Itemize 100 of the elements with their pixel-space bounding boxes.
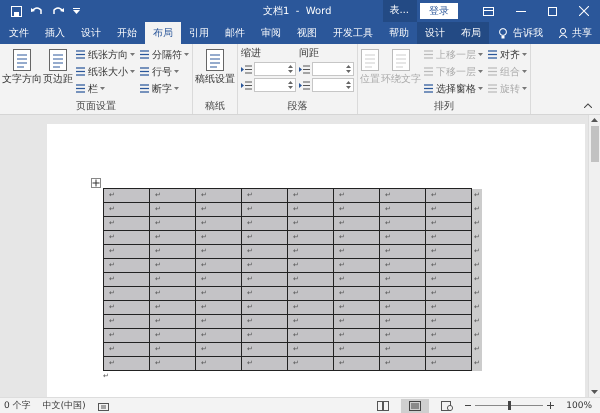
zoom-slider-thumb[interactable] <box>508 401 512 410</box>
group-label: 稿纸 <box>205 101 225 114</box>
caret-icon <box>174 70 179 73</box>
lines-icon <box>487 49 498 60</box>
caret-icon <box>130 70 135 73</box>
vertical-scrollbar[interactable] <box>588 115 600 397</box>
spinner-field[interactable] <box>312 78 354 92</box>
ribbon-tab[interactable]: 审阅 <box>253 22 289 44</box>
caret-icon <box>130 53 135 56</box>
indent-icon <box>241 80 252 90</box>
macro-icon[interactable] <box>98 400 109 410</box>
spin-arrows-icon <box>288 80 293 90</box>
ribbon-button[interactable]: 文字方向 <box>2 46 42 101</box>
print-layout-button[interactable] <box>401 398 430 412</box>
zoom-in-button[interactable] <box>547 402 554 409</box>
undo-icon[interactable] <box>31 6 43 16</box>
customize-icon[interactable] <box>73 8 80 14</box>
maximize-icon[interactable] <box>548 6 557 16</box>
ribbon-tab[interactable]: 引用 <box>181 22 217 44</box>
indent-icon <box>241 64 252 74</box>
group-label: 段落 <box>288 101 308 114</box>
spin-arrows-icon <box>346 80 351 90</box>
spinner-field[interactable] <box>312 62 354 76</box>
ribbon-button[interactable]: 断字 <box>138 80 190 97</box>
lines-icon <box>139 66 150 77</box>
caret-icon <box>184 53 189 56</box>
lines-icon <box>423 49 434 60</box>
ribbon-button[interactable]: 分隔符 <box>138 46 190 63</box>
minimize-icon[interactable] <box>516 10 526 12</box>
word-count[interactable]: 0 个字 <box>4 399 31 412</box>
read-mode-icon[interactable] <box>377 400 390 410</box>
ribbon-button[interactable]: 稿纸设置 <box>195 46 235 101</box>
page-icon <box>205 48 225 72</box>
ribbon-button[interactable]: 栏 <box>74 80 136 97</box>
lines-icon <box>487 83 498 94</box>
login-button[interactable]: 登录 <box>420 3 458 19</box>
web-layout-icon[interactable] <box>441 400 454 410</box>
ribbon-tab[interactable]: 设计 <box>73 22 109 44</box>
lines-icon <box>487 66 498 77</box>
person-icon <box>559 28 569 38</box>
lightbulb-icon <box>499 28 507 38</box>
page-icon <box>391 48 411 72</box>
table-move-handle-icon[interactable] <box>91 178 101 188</box>
page-icon <box>360 48 380 72</box>
ribbon-tab[interactable]: 开发工具 <box>325 22 381 44</box>
ribbon-button[interactable]: 纸张大小 <box>74 63 136 80</box>
page-icon <box>12 48 32 72</box>
ribbon-button[interactable]: 对齐 <box>486 46 528 63</box>
page-layout-icon <box>409 400 422 410</box>
zoom-level[interactable]: 100% <box>566 400 592 410</box>
indent-icon <box>299 80 310 90</box>
minus-icon <box>465 405 472 406</box>
spin-arrows-icon <box>346 64 351 74</box>
caret-icon <box>174 87 179 90</box>
lines-icon <box>423 66 434 77</box>
plus-icon <box>547 402 554 409</box>
ribbon-button[interactable]: 纸张方向 <box>74 46 136 63</box>
caret-icon <box>522 53 527 56</box>
spinner-field[interactable] <box>254 62 296 76</box>
caret-icon <box>522 87 527 90</box>
redo-icon[interactable] <box>52 6 64 16</box>
ribbon-tab[interactable]: 布局 <box>453 22 489 44</box>
caret-icon <box>478 70 483 73</box>
collapse-ribbon-icon[interactable] <box>584 103 592 108</box>
scroll-down-icon[interactable] <box>591 390 598 394</box>
spin-arrows-icon <box>288 64 293 74</box>
spinner-field[interactable] <box>254 78 296 92</box>
scrollbar-thumb[interactable] <box>590 126 598 162</box>
ribbon-tab[interactable]: 插入 <box>37 22 73 44</box>
tell-me-field[interactable]: 告诉我 <box>507 22 549 44</box>
lines-icon <box>75 83 86 94</box>
ribbon-tab[interactable]: 布局 <box>145 22 181 44</box>
group-label: 排列 <box>434 101 454 114</box>
ribbon-tab[interactable]: 设计 <box>417 22 453 44</box>
page-icon <box>48 48 68 72</box>
ribbon-tab[interactable]: 视图 <box>289 22 325 44</box>
share-button[interactable]: 共享 <box>559 22 600 44</box>
spinner-label: 间距 <box>299 47 320 60</box>
save-icon[interactable] <box>11 6 22 16</box>
lines-icon <box>139 49 150 60</box>
indent-icon <box>299 64 310 74</box>
ribbon-button[interactable]: 行号 <box>138 63 190 80</box>
close-icon[interactable] <box>579 6 589 16</box>
context-label: 表... <box>383 0 417 22</box>
ribbon-tab[interactable]: 帮助 <box>381 22 417 44</box>
language-indicator[interactable]: 中文(中国) <box>42 399 86 412</box>
lines-icon <box>423 83 434 94</box>
group-label: 页面设置 <box>76 101 116 114</box>
caret-icon <box>478 87 483 90</box>
ribbon-tab[interactable]: 文件 <box>0 22 37 44</box>
lines-icon <box>75 66 86 77</box>
lines-icon <box>139 83 150 94</box>
spinner-label: 缩进 <box>241 46 262 60</box>
ribbon-tab[interactable]: 开始 <box>109 22 145 44</box>
ribbon-button[interactable]: 选择窗格 <box>422 80 484 97</box>
ribbon-tab[interactable]: 邮件 <box>217 22 253 44</box>
scroll-up-icon[interactable] <box>591 118 598 122</box>
ribbon-button[interactable]: 页边距 <box>43 46 73 101</box>
caret-icon <box>478 53 483 56</box>
lines-icon <box>75 49 86 60</box>
